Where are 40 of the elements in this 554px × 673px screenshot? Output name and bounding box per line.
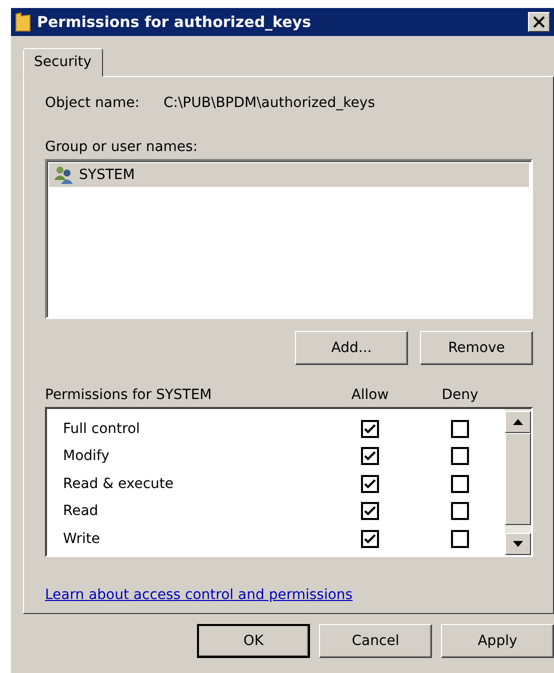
object-name-value: C:\PUB\BPDM\authorized_keys [163,95,375,111]
permissions-label: Permissions for SYSTEM [45,387,213,403]
dialog-button[interactable]: OK [197,624,310,658]
dialog-button[interactable]: Cancel [319,624,432,658]
up-arrow-icon [513,419,523,425]
down-arrow-icon [513,541,523,547]
allow-checkbox[interactable] [361,474,379,493]
permission-name: Write [63,530,101,547]
allow-checkbox[interactable] [361,530,379,548]
permission-name: Full control [63,420,141,437]
dialog-button[interactable]: Apply [441,624,554,658]
window-title: Permissions for authorized_keys [37,13,312,31]
users-icon [53,165,75,185]
object-name-label: Object name: [45,95,140,111]
deny-checkbox[interactable] [451,474,469,493]
deny-checkbox[interactable] [451,447,469,466]
permission-name: Read & execute [63,476,175,492]
group-button[interactable]: Remove [420,331,533,365]
deny-checkbox[interactable] [451,530,469,548]
close-button[interactable] [528,12,550,32]
group-button[interactable]: Add... [295,331,408,365]
allow-header: Allow [351,387,389,403]
group-list-label: Group or user names: [45,139,199,155]
scroll-up-button[interactable] [505,411,531,433]
scroll-down-button[interactable] [505,533,531,555]
permission-name: Modify [63,448,110,464]
allow-checkbox[interactable] [361,420,379,438]
help-link[interactable]: Learn about access control and permissions [45,587,353,603]
permission-name: Read [63,503,100,520]
folder-icon [15,12,31,32]
allow-checkbox[interactable] [361,502,379,520]
scroll-thumb[interactable] [505,433,531,525]
tab[interactable]: Security [23,48,102,77]
deny-checkbox[interactable] [451,502,469,520]
allow-checkbox[interactable] [361,447,379,466]
scrollbar[interactable] [505,409,531,555]
group-list-item[interactable]: SYSTEM [49,163,529,187]
deny-checkbox[interactable] [451,420,469,438]
deny-header: Deny [442,387,478,403]
close-icon [533,16,545,28]
